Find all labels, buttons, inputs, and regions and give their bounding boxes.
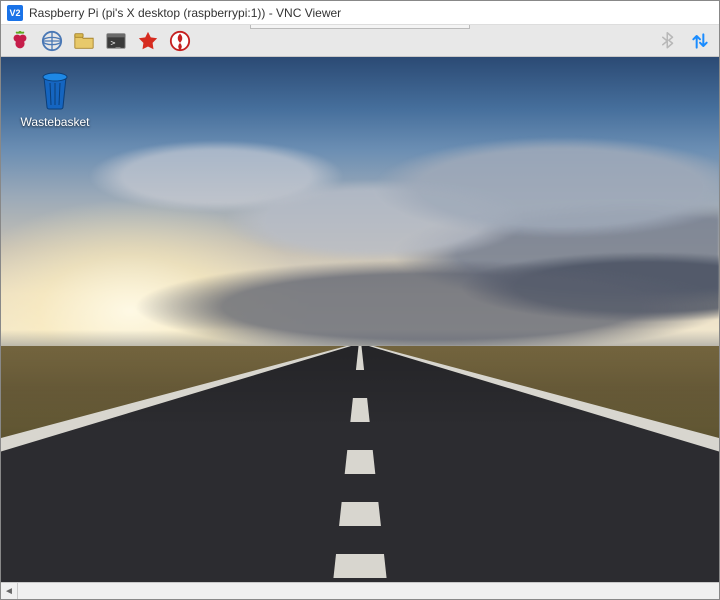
pi-taskbar: >_	[1, 25, 719, 57]
vnc-app-icon: V2	[7, 5, 23, 21]
menu-raspberry-icon[interactable]	[9, 30, 31, 52]
network-updown-icon[interactable]	[689, 30, 711, 52]
desktop-icon-wastebasket[interactable]: Wastebasket	[15, 67, 95, 129]
wallpaper-road	[1, 57, 719, 582]
horizontal-scrollbar[interactable]: ◄	[1, 582, 719, 599]
web-browser-icon[interactable]	[41, 30, 63, 52]
scroll-left-button[interactable]: ◄	[1, 583, 18, 599]
svg-text:>_: >_	[111, 37, 121, 47]
bluetooth-icon[interactable]	[657, 30, 679, 52]
taskbar-tray	[657, 30, 711, 52]
terminal-icon[interactable]: >_	[105, 30, 127, 52]
vnc-viewer-window: V2 Raspberry Pi (pi's X desktop (raspber…	[0, 0, 720, 600]
window-title: Raspberry Pi (pi's X desktop (raspberryp…	[29, 6, 341, 20]
wastebasket-icon	[35, 67, 75, 111]
taskbar-center-notch	[250, 25, 470, 29]
pi-desktop[interactable]: Wastebasket	[1, 57, 719, 582]
taskbar-launchers: >_	[9, 30, 191, 52]
titlebar[interactable]: V2 Raspberry Pi (pi's X desktop (raspber…	[1, 1, 719, 25]
file-manager-icon[interactable]	[73, 30, 95, 52]
desktop-icon-label: Wastebasket	[21, 115, 90, 129]
wolfram-icon[interactable]	[169, 30, 191, 52]
mathematica-icon[interactable]	[137, 30, 159, 52]
